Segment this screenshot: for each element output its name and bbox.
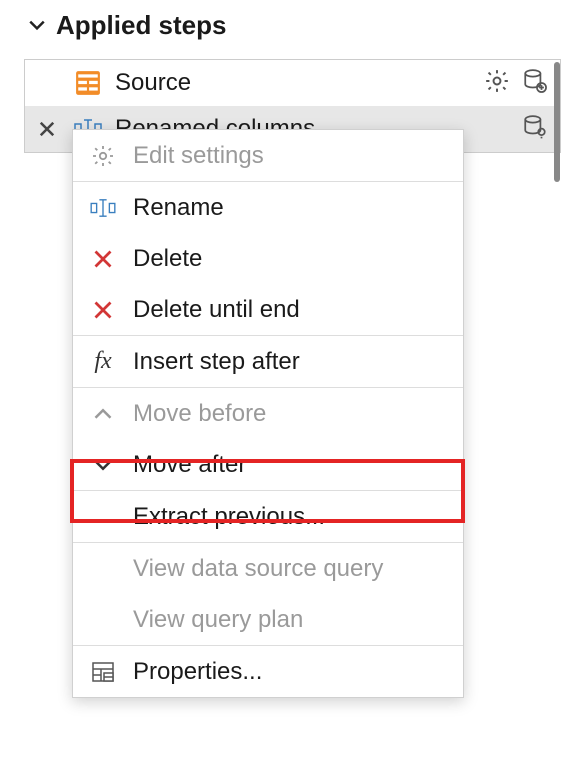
menu-label: Delete until end [133,296,300,324]
menu-label: Insert step after [133,348,300,376]
scrollbar[interactable] [554,62,560,182]
close-icon [89,300,117,320]
menu-move-after[interactable]: Move after [73,439,463,490]
menu-move-before: Move before [73,388,463,439]
context-menu: Edit settings Rename Delete Delete until… [72,129,464,698]
menu-label: Properties... [133,658,262,686]
table-icon [73,70,103,96]
chevron-down-icon [89,455,117,475]
menu-label: View query plan [133,606,303,634]
menu-label: View data source query [133,555,383,583]
chevron-down-icon [28,10,46,41]
gear-icon [89,144,117,168]
database-add-icon[interactable] [522,68,548,99]
close-icon [89,249,117,269]
fx-icon: fx [89,348,117,375]
delete-step-icon[interactable] [33,119,61,139]
menu-label: Rename [133,194,224,222]
applied-steps-header[interactable]: Applied steps [0,0,585,51]
gear-icon[interactable] [484,68,510,99]
menu-properties[interactable]: Properties... [73,646,463,697]
menu-label: Edit settings [133,142,264,170]
menu-rename[interactable]: Rename [73,182,463,233]
menu-label: Extract previous... [133,503,325,531]
properties-icon [89,660,117,684]
menu-label: Delete [133,245,202,273]
menu-extract-previous[interactable]: Extract previous... [73,491,463,542]
menu-insert-step-after[interactable]: fx Insert step after [73,336,463,387]
step-row-source[interactable]: Source [25,60,560,106]
menu-label: Move after [133,451,246,479]
menu-delete-until-end[interactable]: Delete until end [73,284,463,335]
rename-icon [89,198,117,218]
menu-edit-settings: Edit settings [73,130,463,181]
menu-view-data-source-query: View data source query [73,543,463,594]
chevron-up-icon [89,404,117,424]
menu-delete[interactable]: Delete [73,233,463,284]
step-label: Source [115,69,472,97]
menu-view-query-plan: View query plan [73,594,463,645]
applied-steps-title: Applied steps [56,10,226,41]
database-query-icon[interactable] [522,114,548,145]
menu-label: Move before [133,400,266,428]
